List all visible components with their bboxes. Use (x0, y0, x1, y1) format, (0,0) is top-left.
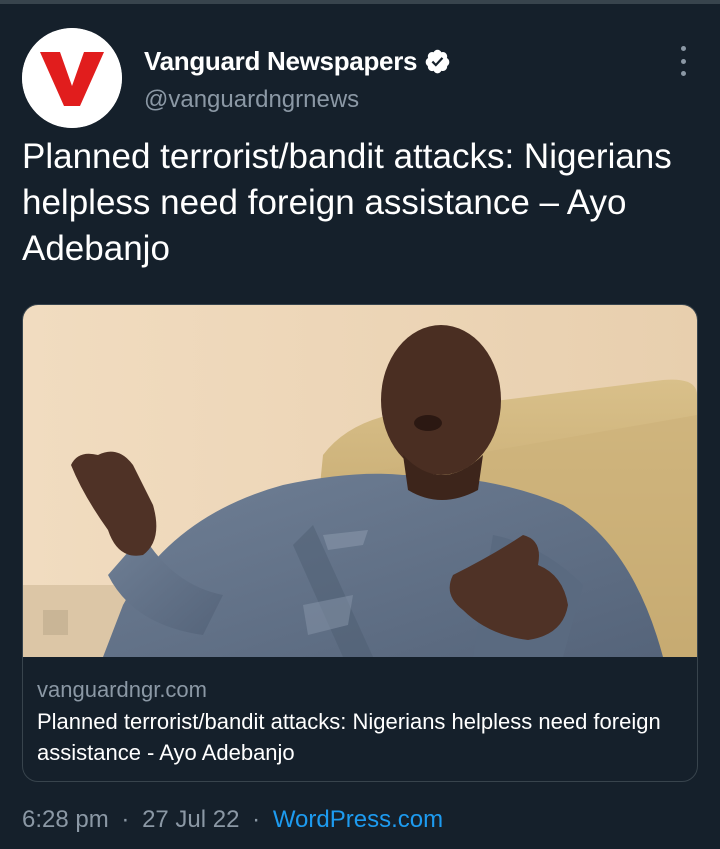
avatar[interactable] (22, 28, 122, 128)
link-card[interactable]: vanguardngr.com Planned terrorist/bandit… (22, 304, 698, 782)
author-name-text: Vanguard Newspapers (144, 46, 418, 76)
author-name[interactable]: Vanguard Newspapers (144, 46, 451, 77)
card-domain: vanguardngr.com (37, 677, 207, 702)
tweet-date[interactable]: 27 Jul 22 (142, 806, 239, 833)
tweet[interactable]: Vanguard Newspapers @vanguardngrnews Pla… (0, 4, 720, 849)
tweet-time[interactable]: 6:28 pm (22, 806, 109, 833)
author-handle[interactable]: @vanguardngrnews (144, 86, 359, 114)
more-vertical-icon[interactable] (672, 46, 694, 76)
vanguard-logo (22, 28, 122, 128)
meta-separator: · (252, 806, 261, 833)
tweet-meta: 6:28 pm · 27 Jul 22 · WordPress.com (22, 806, 443, 834)
card-image (23, 305, 697, 657)
tweet-text: Planned terrorist/bandit attacks: Nigeri… (22, 137, 672, 268)
meta-separator: · (121, 806, 130, 833)
verified-badge-icon (425, 49, 450, 74)
card-title: Planned terrorist/bandit attacks: Nigeri… (37, 709, 661, 765)
tweet-source-link[interactable]: WordPress.com (273, 806, 443, 833)
